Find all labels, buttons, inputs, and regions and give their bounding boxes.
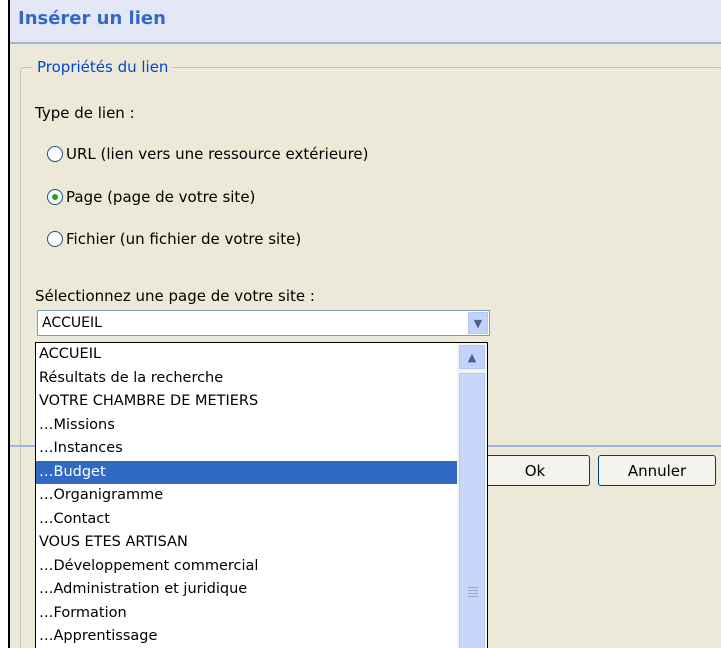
title-divider [10, 42, 721, 44]
dropdown-item[interactable]: …Formation [36, 602, 459, 626]
chevron-up-icon[interactable]: ▲ [459, 345, 485, 369]
grip-icon [468, 587, 478, 599]
scroll-thumb[interactable] [459, 373, 485, 648]
radio-url[interactable]: URL (lien vers une ressource extérieure) [47, 143, 368, 165]
ok-button[interactable]: Ok [480, 455, 590, 486]
dropdown-scrollbar[interactable]: ▲ [457, 343, 487, 648]
radio-url-circle[interactable] [47, 146, 63, 162]
radio-page-label: Page (page de votre site) [66, 188, 256, 206]
chevron-down-icon[interactable]: ▼ [468, 312, 488, 334]
radio-file-circle[interactable] [47, 231, 63, 247]
radio-file[interactable]: Fichier (un fichier de votre site) [47, 228, 301, 250]
dropdown-item[interactable]: …Administration et juridique [36, 578, 459, 602]
group-legend: Propriétés du lien [33, 58, 173, 76]
dropdown-item[interactable]: VOTRE CHAMBRE DE METIERS [36, 390, 459, 414]
select-page-label: Sélectionnez une page de votre site : [35, 287, 315, 305]
page-select-value: ACCUEIL [42, 315, 102, 331]
dropdown-item[interactable]: …Budget [36, 460, 459, 484]
dropdown-item[interactable]: …Développement commercial [36, 555, 459, 579]
radio-checked-dot [52, 194, 58, 200]
dropdown-item[interactable]: …Missions [36, 414, 459, 438]
title-bar: Insérer un lien [10, 0, 721, 40]
cancel-button[interactable]: Annuler [598, 455, 716, 486]
radio-page-circle[interactable] [47, 189, 63, 205]
radio-url-label: URL (lien vers une ressource extérieure) [66, 145, 369, 163]
radio-page[interactable]: Page (page de votre site) [47, 186, 255, 208]
radio-file-label: Fichier (un fichier de votre site) [66, 230, 302, 248]
page-dropdown-list[interactable]: ACCUEIL Résultats de la recherche VOTRE CH… [35, 342, 488, 648]
dialog-title: Insérer un lien [18, 8, 166, 29]
dropdown-item[interactable]: …Instances [36, 437, 459, 461]
dropdown-item[interactable]: Résultats de la recherche [36, 367, 459, 391]
dropdown-item[interactable]: …Organigramme [36, 484, 459, 508]
dropdown-item[interactable]: …Apprentissage [36, 625, 459, 648]
dropdown-item[interactable]: …Contact [36, 508, 459, 532]
dropdown-item[interactable]: VOUS ETES ARTISAN [36, 531, 459, 555]
dropdown-item[interactable]: ACCUEIL [36, 343, 459, 367]
page-select[interactable]: ACCUEIL ▼ [37, 310, 490, 336]
dropdown-items: ACCUEIL Résultats de la recherche VOTRE CH… [36, 343, 459, 648]
link-type-label: Type de lien : [35, 104, 135, 122]
